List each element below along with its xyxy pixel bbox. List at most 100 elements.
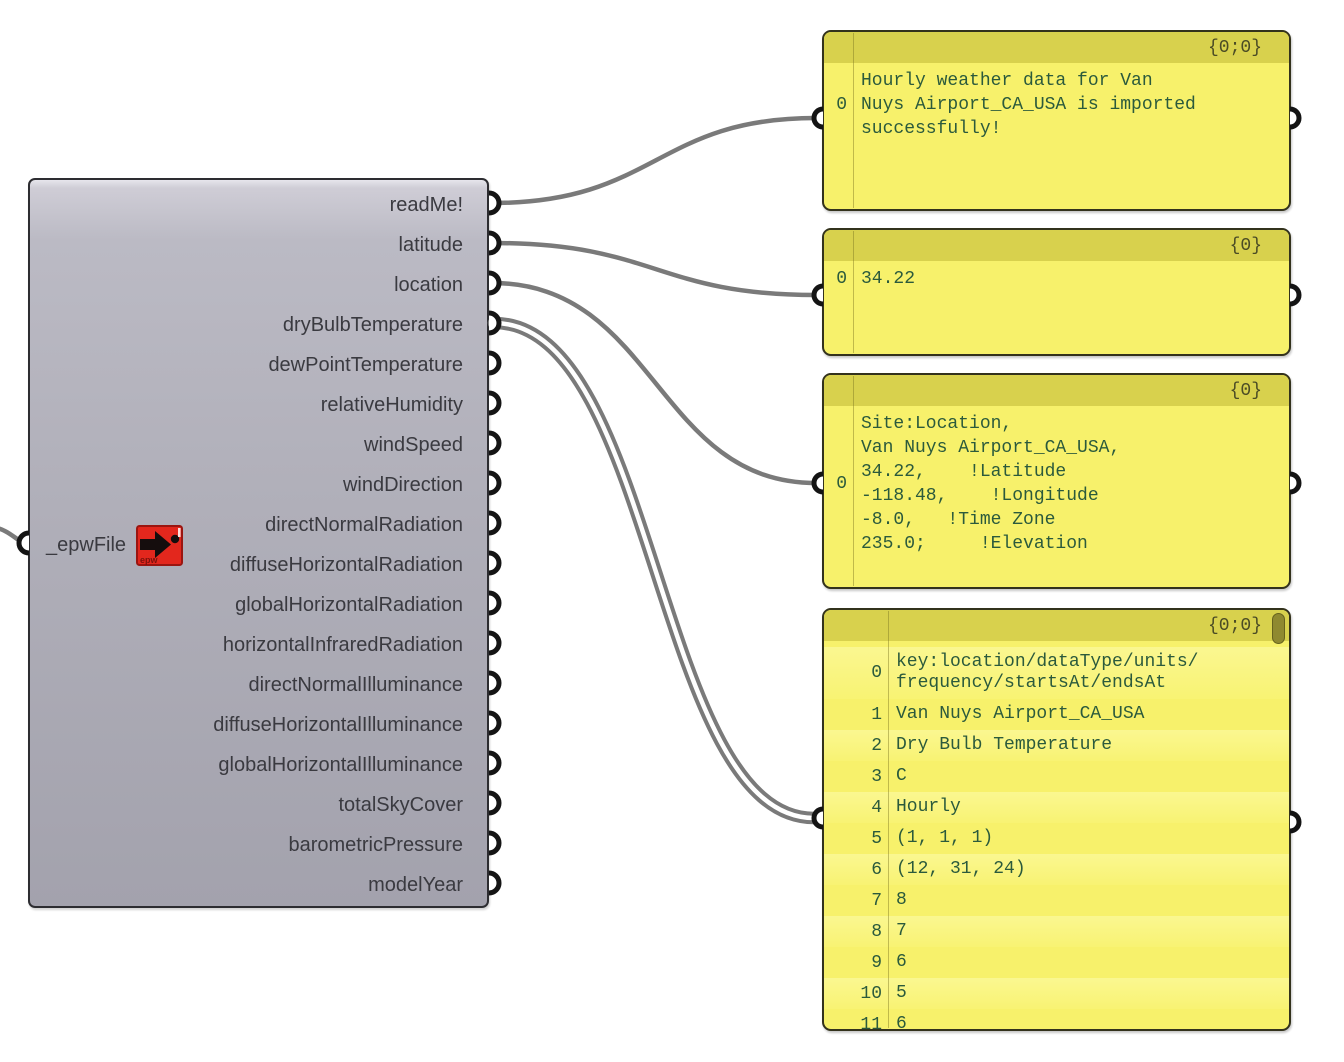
output-port-directNormalIlluminance[interactable] (489, 673, 499, 693)
wire-readme[interactable] (492, 118, 816, 203)
item-lines: 6 (888, 952, 1289, 973)
panel-item: 1Van Nuys Airport_CA_USA (824, 699, 1289, 730)
item-lines: Hourly (888, 797, 1289, 818)
output-label-location[interactable]: location (30, 265, 487, 305)
item-lines: C (888, 766, 1289, 787)
panel-header: {0;0} (824, 610, 1289, 641)
item-lines: Site:Location,Van Nuys Airport_CA_USA,34… (853, 412, 1289, 556)
item-index: 4 (824, 797, 888, 818)
panel-line: 5 (888, 983, 1289, 1004)
wire-drybulb-list-outer[interactable] (494, 323, 814, 818)
output-label-diffuseHorizontalIlluminance[interactable]: diffuseHorizontalIlluminance (30, 705, 487, 745)
panel-header: {0} (824, 375, 1289, 406)
grasshopper-canvas[interactable]: readMe!latitudelocationdryBulbTemperatur… (0, 0, 1344, 1062)
panel-item: 87 (824, 916, 1289, 947)
output-port-horizontalInfraredRadiation[interactable] (489, 633, 499, 653)
item-index: 2 (824, 735, 888, 756)
panel-line: frequency/startsAt/endsAt (888, 673, 1289, 694)
output-port-dewPointTemperature[interactable] (489, 353, 499, 373)
output-port-diffuseHorizontalRadiation[interactable] (489, 553, 499, 573)
output-port-barometricPressure[interactable] (489, 833, 499, 853)
panel-item: 116 (824, 1009, 1289, 1031)
item-index: 7 (824, 890, 888, 911)
output-port-globalHorizontalRadiation[interactable] (489, 593, 499, 613)
output-label-totalSkyCover[interactable]: totalSkyCover (30, 785, 487, 825)
panel-line: key:location/dataType/units/ (888, 652, 1289, 673)
wire-epwfile-input[interactable] (0, 527, 24, 543)
output-port-globalHorizontalIlluminance[interactable] (489, 753, 499, 773)
output-label-windDirection[interactable]: windDirection (30, 465, 487, 505)
output-label-dryBulbTemperature[interactable]: dryBulbTemperature (30, 305, 487, 345)
panel-line: Van Nuys Airport_CA_USA, (853, 436, 1289, 460)
output-label-relativeHumidity[interactable]: relativeHumidity (30, 385, 487, 425)
panel-item: 3C (824, 761, 1289, 792)
input-epwfile[interactable]: _epwFile epw (46, 525, 183, 565)
item-index: 5 (824, 828, 888, 849)
panel-item: 4Hourly (824, 792, 1289, 823)
panel-line: Dry Bulb Temperature (888, 735, 1289, 756)
item-lines: (1, 1, 1) (888, 828, 1289, 849)
input-epwfile-label: _epwFile (46, 534, 126, 557)
output-label-directNormalIlluminance[interactable]: directNormalIlluminance (30, 665, 487, 705)
panel-dry-bulb-list[interactable]: {0;0} 0key:location/dataType/units/frequ… (822, 608, 1291, 1031)
output-port-windSpeed[interactable] (489, 433, 499, 453)
panel-body: 0Hourly weather data for VanNuys Airport… (824, 63, 1289, 141)
output-port-relativeHumidity[interactable] (489, 393, 499, 413)
output-port-readMe[interactable] (489, 193, 499, 213)
panel-body: 0key:location/dataType/units/frequency/s… (824, 641, 1289, 1031)
output-label-globalHorizontalIlluminance[interactable]: globalHorizontalIlluminance (30, 745, 487, 785)
item-lines: Van Nuys Airport_CA_USA (888, 704, 1289, 725)
panel-item: 5(1, 1, 1) (824, 823, 1289, 854)
wire-location[interactable] (492, 283, 816, 483)
output-port-location[interactable] (489, 273, 499, 293)
output-label-windSpeed[interactable]: windSpeed (30, 425, 487, 465)
data-path-badge: {0} (1230, 236, 1262, 256)
panel-body: 0Site:Location,Van Nuys Airport_CA_USA,3… (824, 406, 1289, 556)
panel-latitude[interactable]: {0} 034.22 (822, 228, 1291, 356)
item-lines: Hourly weather data for VanNuys Airport_… (853, 69, 1289, 141)
wire-latitude[interactable] (492, 243, 816, 295)
output-label-readMe[interactable]: readMe! (30, 185, 487, 225)
panel-item: 034.22 (824, 267, 1289, 291)
data-path-badge: {0} (1230, 381, 1262, 401)
output-port-totalSkyCover[interactable] (489, 793, 499, 813)
output-port-directNormalRadiation[interactable] (489, 513, 499, 533)
output-label-dewPointTemperature[interactable]: dewPointTemperature (30, 345, 487, 385)
output-port-windDirection[interactable] (489, 473, 499, 493)
panel-line: (1, 1, 1) (888, 828, 1289, 849)
panel-item: 78 (824, 885, 1289, 916)
panel-line: 8 (888, 890, 1289, 911)
output-port-latitude[interactable] (489, 233, 499, 253)
import-epw-component[interactable]: readMe!latitudelocationdryBulbTemperatur… (28, 178, 489, 908)
output-port-dryBulbTemperature[interactable] (489, 313, 499, 333)
item-index: 9 (824, 952, 888, 973)
scrollbar-thumb[interactable] (1272, 613, 1285, 644)
panel-item: 6(12, 31, 24) (824, 854, 1289, 885)
panel-item: 0Site:Location,Van Nuys Airport_CA_USA,3… (824, 412, 1289, 556)
item-index: 11 (824, 1014, 888, 1031)
output-label-globalHorizontalRadiation[interactable]: globalHorizontalRadiation (30, 585, 487, 625)
panel-body: 034.22 (824, 261, 1289, 291)
panel-header: {0} (824, 230, 1289, 261)
panel-latitude-output-port[interactable] (1290, 286, 1299, 304)
data-path-badge: {0;0} (1208, 38, 1262, 58)
output-label-modelYear[interactable]: modelYear (30, 865, 487, 905)
panel-item: 105 (824, 978, 1289, 1009)
panel-readme[interactable]: {0;0} 0Hourly weather data for VanNuys A… (822, 30, 1291, 211)
output-label-horizontalInfraredRadiation[interactable]: horizontalInfraredRadiation (30, 625, 487, 665)
output-label-latitude[interactable]: latitude (30, 225, 487, 265)
output-port-modelYear[interactable] (489, 873, 499, 893)
panel-item: 0Hourly weather data for VanNuys Airport… (824, 69, 1289, 141)
panel-readme-output-port[interactable] (1290, 109, 1299, 127)
item-lines: 7 (888, 921, 1289, 942)
panel-line: Van Nuys Airport_CA_USA (888, 704, 1289, 725)
panel-drybulb-output-port[interactable] (1290, 813, 1299, 831)
panel-line: 7 (888, 921, 1289, 942)
item-lines: 8 (888, 890, 1289, 911)
panel-location-output-port[interactable] (1290, 474, 1299, 492)
data-path-badge: {0;0} (1208, 616, 1262, 636)
panel-location[interactable]: {0} 0Site:Location,Van Nuys Airport_CA_U… (822, 373, 1291, 589)
output-port-diffuseHorizontalIlluminance[interactable] (489, 713, 499, 733)
output-label-barometricPressure[interactable]: barometricPressure (30, 825, 487, 865)
item-index: 0 (824, 69, 853, 141)
